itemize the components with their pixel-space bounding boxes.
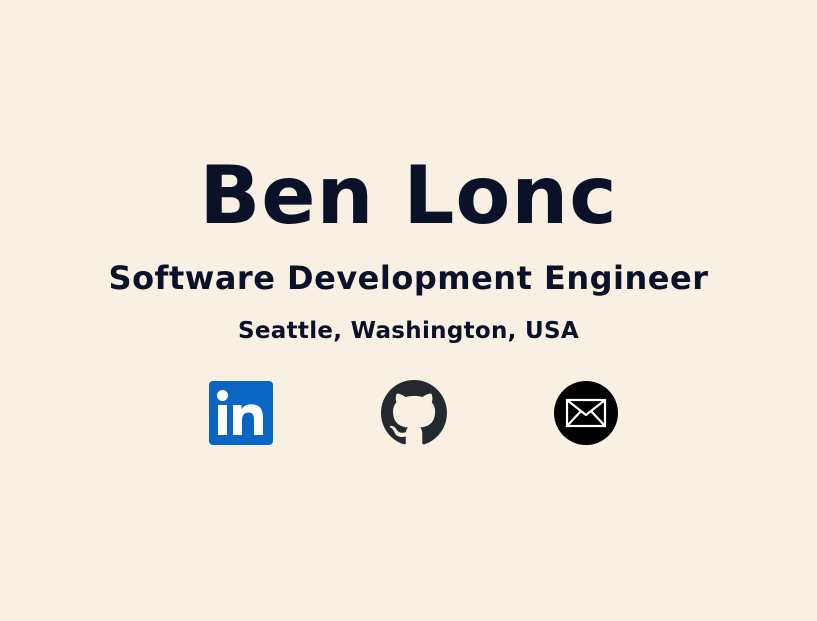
github-icon	[381, 380, 447, 445]
linkedin-link[interactable]	[208, 380, 274, 446]
profile-title: Software Development Engineer	[108, 259, 709, 297]
profile-location: Seattle, Washington, USA	[238, 318, 579, 344]
envelope-icon	[554, 381, 618, 445]
linkedin-icon	[209, 381, 273, 445]
email-link[interactable]	[553, 380, 619, 446]
profile-name: Ben Lonc	[199, 149, 618, 242]
github-link[interactable]	[381, 380, 447, 446]
